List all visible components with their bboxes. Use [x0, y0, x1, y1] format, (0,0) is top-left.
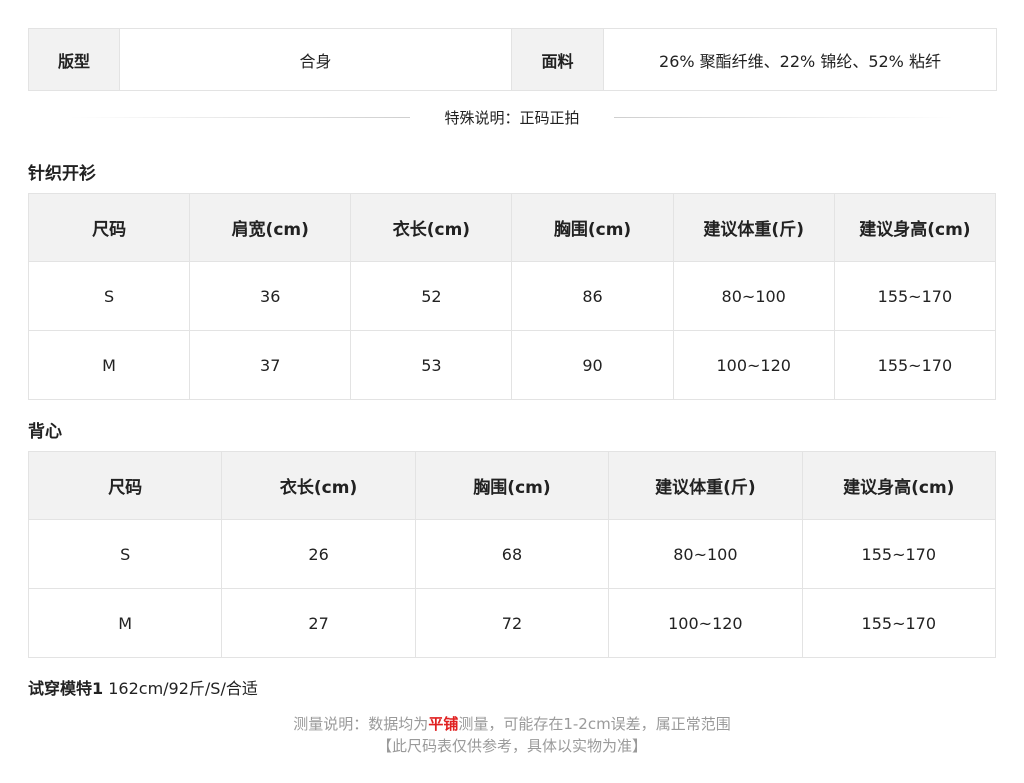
header-height: 建议身高(cm) — [801, 451, 997, 520]
special-note: 特殊说明：正码正拍 — [28, 104, 996, 130]
cell-length: 53 — [350, 330, 513, 400]
special-note-text: 特殊说明：正码正拍 — [444, 108, 580, 127]
cell-height: 155~170 — [801, 519, 997, 589]
table-header-row: 尺码 肩宽(cm) 衣长(cm) 胸围(cm) 建议体重(斤) 建议身高(cm) — [27, 193, 997, 262]
cell-chest: 72 — [414, 588, 610, 658]
measurement-note-post: 测量，可能存在1-2cm误差，属正常范围 — [458, 715, 731, 733]
cell-length: 26 — [221, 519, 416, 589]
cell-shoulder: 37 — [189, 330, 352, 400]
table-header-row: 尺码 衣长(cm) 胸围(cm) 建议体重(斤) 建议身高(cm) — [27, 451, 997, 520]
table-row: S 36 52 86 80~100 155~170 — [27, 261, 997, 331]
fabric-value: 26% 聚酯纤维、22% 锦纶、52% 粘纤 — [603, 28, 997, 91]
vest-section-title: 背心 — [28, 422, 62, 442]
header-length: 衣长(cm) — [350, 193, 513, 262]
cell-chest: 86 — [511, 261, 674, 331]
vest-size-table: 尺码 衣长(cm) 胸围(cm) 建议体重(斤) 建议身高(cm) S 26 6… — [27, 451, 997, 658]
cardigan-size-table: 尺码 肩宽(cm) 衣长(cm) 胸围(cm) 建议体重(斤) 建议身高(cm)… — [27, 193, 997, 400]
header-height: 建议身高(cm) — [833, 193, 997, 262]
cell-length: 52 — [350, 261, 513, 331]
fit-value: 合身 — [119, 28, 512, 91]
table-row: M 37 53 90 100~120 155~170 — [27, 330, 997, 400]
measurement-highlight: 平铺 — [428, 715, 459, 733]
product-info-table: 版型 合身 面料 26% 聚酯纤维、22% 锦纶、52% 粘纤 — [28, 28, 997, 91]
header-length: 衣长(cm) — [221, 451, 416, 520]
cardigan-section-title: 针织开衫 — [28, 164, 96, 184]
header-shoulder: 肩宽(cm) — [189, 193, 352, 262]
cell-height: 155~170 — [801, 588, 997, 658]
header-size: 尺码 — [27, 193, 191, 262]
cell-length: 27 — [221, 588, 416, 658]
cell-chest: 90 — [511, 330, 674, 400]
cell-shoulder: 36 — [189, 261, 352, 331]
table-row: S 26 68 80~100 155~170 — [27, 519, 997, 589]
header-weight: 建议体重(斤) — [608, 451, 803, 520]
model-info: 试穿模特1 162cm/92斤/S/合适 — [28, 675, 258, 699]
divider-left — [70, 116, 411, 118]
measurement-note-pre: 测量说明：数据均为 — [293, 715, 429, 733]
model-value: 162cm/92斤/S/合适 — [103, 679, 258, 698]
header-weight: 建议体重(斤) — [672, 193, 835, 262]
cell-chest: 68 — [414, 519, 610, 589]
cell-weight: 80~100 — [608, 519, 803, 589]
measurement-note: 测量说明：数据均为平铺测量，可能存在1-2cm误差，属正常范围 — [0, 713, 1024, 734]
model-label: 试穿模特1 — [28, 679, 104, 698]
table-row: M 27 72 100~120 155~170 — [27, 588, 997, 658]
header-size: 尺码 — [27, 451, 223, 520]
cell-height: 155~170 — [833, 261, 997, 331]
fabric-label: 面料 — [511, 28, 604, 91]
divider-right — [613, 116, 954, 118]
cell-size: S — [27, 261, 191, 331]
cell-height: 155~170 — [833, 330, 997, 400]
reference-disclaimer: 【此尺码表仅供参考，具体以实物为准】 — [376, 737, 647, 755]
cell-weight: 100~120 — [672, 330, 835, 400]
header-chest: 胸围(cm) — [511, 193, 674, 262]
header-chest: 胸围(cm) — [414, 451, 610, 520]
fit-label: 版型 — [28, 28, 120, 91]
cell-weight: 100~120 — [608, 588, 803, 658]
cell-size: M — [27, 330, 191, 400]
cell-weight: 80~100 — [672, 261, 835, 331]
cell-size: S — [27, 519, 223, 589]
product-info-row: 版型 合身 面料 26% 聚酯纤维、22% 锦纶、52% 粘纤 — [28, 28, 997, 91]
cell-size: M — [27, 588, 223, 658]
